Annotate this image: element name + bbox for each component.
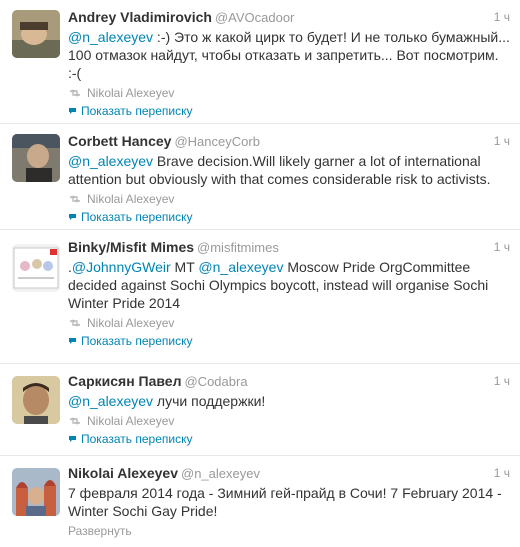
speech-bubble-icon [69, 214, 76, 220]
speech-bubble-icon [69, 436, 76, 442]
author-handle[interactable]: @AVOcadoor [215, 10, 294, 25]
avatar[interactable] [12, 10, 60, 58]
tweet-item[interactable]: Саркисян Павел @Codabra 1 ч @n_alexeyev л… [0, 364, 520, 456]
tweet-time[interactable]: 1 ч [494, 132, 510, 150]
mention-link[interactable]: @n_alexeyev [198, 259, 283, 275]
show-conversation-link[interactable]: Показать переписку [68, 208, 510, 226]
retweeted-by[interactable]: Nikolai Alexeyev [87, 84, 174, 102]
retweet-icon [70, 319, 80, 327]
tweet-time[interactable]: 1 ч [494, 8, 510, 26]
tweet-text: @n_alexeyev лучи поддержки! [68, 393, 266, 409]
tweet-item[interactable]: Corbett Hancey @HanceyCorb 1 ч @n_alexeye… [0, 124, 520, 230]
tweet-feed: Andrey Vladimirovich @AVOcadoor 1 ч @n_al… [0, 0, 520, 546]
retweet-icon [70, 89, 80, 97]
retweet-info: Nikolai Alexeyev [68, 314, 510, 332]
tweet-text: @n_alexeyev Brave decision.Will likely g… [68, 153, 491, 187]
tweet-item[interactable]: Binky/Misfit Mimes @misfitmimes 1 ч .@Joh… [0, 230, 520, 364]
expand-link[interactable]: Развернуть [68, 522, 510, 540]
author-name[interactable]: Corbett Hancey [68, 133, 171, 149]
mention-link[interactable]: @n_alexeyev [68, 29, 153, 45]
speech-bubble-icon [69, 338, 76, 344]
show-conversation-link[interactable]: Показать переписку [68, 102, 510, 120]
author-handle[interactable]: @Codabra [184, 374, 247, 389]
mention-link[interactable]: @n_alexeyev [68, 393, 153, 409]
retweet-info: Nikolai Alexeyev [68, 412, 510, 430]
avatar[interactable] [12, 376, 60, 424]
tweet-time[interactable]: 1 ч [494, 372, 510, 390]
retweet-icon [70, 195, 80, 203]
tweet-time[interactable]: 1 ч [494, 238, 510, 256]
author-name[interactable]: Nikolai Alexeyev [68, 465, 178, 481]
tweet-text: 7 февраля 2014 года - Зимний гей-прайд в… [68, 485, 502, 519]
retweet-icon [70, 417, 80, 425]
avatar[interactable] [12, 244, 60, 292]
retweet-info: Nikolai Alexeyev [68, 84, 510, 102]
author-name[interactable]: Binky/Misfit Mimes [68, 239, 194, 255]
tweet-text: .@JohnnyGWeir MT @n_alexeyev Moscow Prid… [68, 259, 489, 311]
retweet-info: Nikolai Alexeyev [68, 190, 510, 208]
retweeted-by[interactable]: Nikolai Alexeyev [87, 412, 174, 430]
author-name[interactable]: Саркисян Павел [68, 373, 181, 389]
avatar[interactable] [12, 468, 60, 516]
author-name[interactable]: Andrey Vladimirovich [68, 9, 212, 25]
show-conversation-link[interactable]: Показать переписку [68, 430, 510, 448]
avatar[interactable] [12, 134, 60, 182]
tweet-time[interactable]: 1 ч [494, 464, 510, 482]
tweet-item[interactable]: Nikolai Alexeyev @n_alexeyev 1 ч 7 феврал… [0, 456, 520, 546]
retweeted-by[interactable]: Nikolai Alexeyev [87, 314, 174, 332]
author-handle[interactable]: @HanceyCorb [174, 134, 259, 149]
tweet-text: @n_alexeyev :-) Это ж какой цирк то буде… [68, 29, 510, 81]
author-handle[interactable]: @misfitmimes [197, 240, 279, 255]
mention-link[interactable]: @JohnnyGWeir [72, 259, 171, 275]
mention-link[interactable]: @n_alexeyev [68, 153, 153, 169]
speech-bubble-icon [69, 108, 76, 114]
tweet-item[interactable]: Andrey Vladimirovich @AVOcadoor 1 ч @n_al… [0, 0, 520, 124]
author-handle[interactable]: @n_alexeyev [181, 466, 260, 481]
show-conversation-link[interactable]: Показать переписку [68, 332, 510, 350]
retweeted-by[interactable]: Nikolai Alexeyev [87, 190, 174, 208]
